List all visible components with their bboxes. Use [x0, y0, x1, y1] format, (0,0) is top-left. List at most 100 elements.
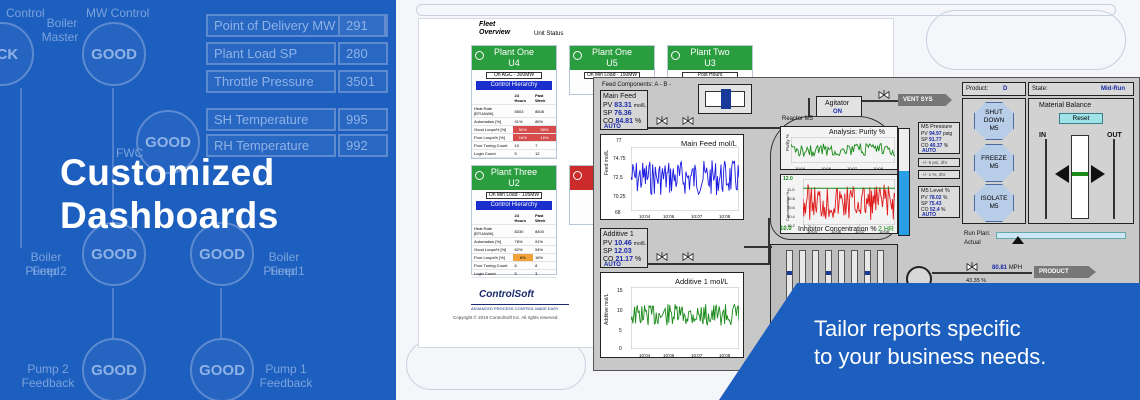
bg-circle-good: GOOD	[190, 338, 254, 400]
plant-card-u2[interactable]: Plant Three U2 On Min Load · 105MW Contr…	[471, 165, 557, 278]
main-feed-mode: AUTO	[604, 124, 621, 130]
bg-box-value: 291	[338, 14, 388, 37]
bg-label-mw-control: MW Control	[86, 6, 150, 20]
x-tick: 10:04	[795, 166, 806, 171]
plant-mode: On Min Load · 105MW	[486, 192, 542, 199]
pipe	[744, 246, 772, 248]
table-row: Good Loops% [%] 62% 54%	[472, 245, 556, 254]
bg-circle-ack: ACK	[0, 22, 34, 86]
vent-sys-tag: VENT SYS	[898, 94, 952, 106]
run-plan-marker-icon	[1012, 236, 1024, 244]
x-tick: 10:08	[719, 353, 731, 358]
y-tick: 72.5	[613, 175, 623, 181]
bg-label-feedback: Feedback	[259, 376, 313, 390]
separator-bar-marker	[826, 271, 831, 275]
pipe	[648, 263, 768, 265]
y-top: 77	[616, 138, 622, 144]
main-feed-trend	[631, 147, 739, 211]
plant-card-u4[interactable]: Plant One U4 On AGC · 300MW Control Hier…	[471, 45, 557, 159]
inhibitor-trend	[803, 179, 895, 225]
bg-box: Throttle Pressure	[206, 70, 336, 93]
bg-label-control: Control	[6, 6, 45, 20]
bg-line	[112, 288, 114, 338]
agitator-label: Agitator	[825, 100, 850, 107]
inhibitor-current: 10.0	[780, 226, 792, 232]
headline: Customized Dashboards	[60, 151, 279, 237]
valve-icon[interactable]	[682, 116, 694, 126]
additive-chart-title: Additive 1 mol/L	[675, 277, 729, 286]
x-tick: 10:07	[691, 214, 703, 219]
product-flow: 80.81 MPH	[992, 265, 1023, 271]
table-row: Heat Rate [BTU/kWh] 8230 8400	[472, 224, 556, 238]
pipe	[862, 100, 904, 102]
product-label: Product:	[966, 86, 989, 92]
bg-box-value: 3501	[338, 70, 388, 93]
bg-label-pump1: Pump 1	[263, 264, 305, 278]
separator-bar-marker	[787, 271, 792, 275]
y-tick: 74.75	[613, 156, 626, 162]
m5-pressure-faceplate[interactable]: M5 Pressure PV 94.97 psig SP 91.77 CO 40…	[918, 122, 960, 154]
out-pointer-icon	[1091, 165, 1105, 183]
m5-level-mode: AUTO	[922, 212, 937, 218]
tagline: Tailor reports specific to your business…	[814, 315, 1046, 371]
bg-circle-good: GOOD	[82, 22, 146, 86]
product-value: D	[1003, 86, 1008, 92]
check-icon	[475, 51, 484, 60]
reset-button[interactable]: Reset	[1059, 113, 1103, 124]
bg-box: SH Temperature	[206, 108, 336, 131]
x-icon	[573, 171, 582, 180]
control-hierarchy-button[interactable]: Control Hierarchy	[476, 201, 552, 210]
x-tick: 10:04	[639, 214, 651, 219]
left-banner: Control Boiler Master MW Control ACK GOO…	[0, 0, 396, 400]
x-tick: 10:06	[821, 166, 832, 171]
valve-icon[interactable]	[878, 90, 890, 100]
valve-icon[interactable]	[656, 252, 668, 262]
plant-header[interactable]: Plant Three U2	[472, 166, 556, 190]
bg-line	[220, 288, 222, 338]
y-tick: 10	[617, 308, 623, 314]
bg-label-boiler: Boiler	[46, 16, 78, 30]
state-label: State:	[1032, 86, 1048, 92]
y-label: Additive mol/L	[604, 293, 610, 325]
m5-level-faceplate[interactable]: M5 Level % PV 78.02 % SP 75.43 CO 52.4 %…	[918, 186, 960, 218]
y-tick: 68	[615, 210, 621, 216]
y-tick: 5	[619, 328, 622, 334]
trend-line	[791, 142, 895, 157]
reactor-label: Reactor M5	[782, 116, 814, 122]
headline-line1: Customized	[60, 152, 275, 193]
table-row: Login Count 5 12	[472, 149, 556, 158]
x-tick: 10:04	[639, 353, 651, 358]
headline-line2: Dashboards	[60, 195, 279, 236]
y-tick: 70.25	[613, 194, 626, 200]
valve-icon[interactable]	[656, 116, 668, 126]
table-row: Poor Loops% [%] 8% 16%	[472, 253, 556, 262]
purity-trend	[791, 137, 895, 163]
controlsoft-logo: ControlSoft	[479, 289, 534, 300]
fleet-title: Fleet Overview	[479, 21, 511, 36]
bg-box-value: 280	[338, 42, 388, 65]
table-row: 24 Hours Past Week	[472, 92, 556, 105]
in-pointer-icon	[1055, 165, 1069, 183]
x-tick: 10:08	[719, 214, 731, 219]
valve-icon[interactable]	[966, 262, 978, 272]
table-row: Poor Tuning Count 6 8	[472, 261, 556, 270]
additive-title: Additive 1	[603, 231, 634, 238]
plant-header[interactable]: Plant Two U3	[668, 46, 752, 70]
agitator-box[interactable]: Agitator ON	[816, 96, 862, 118]
plant-header[interactable]: Plant One U5	[570, 46, 654, 70]
control-hierarchy-button[interactable]: Control Hierarchy	[476, 81, 552, 90]
material-balance-panel: Material Balance Reset IN OUT	[1028, 98, 1134, 224]
trend-line	[803, 184, 895, 220]
feed-mixer	[698, 84, 752, 114]
additive-faceplate[interactable]: Additive 1 PV 10.46 mol/L SP 12.03 CO 21…	[600, 228, 648, 268]
valve-icon[interactable]	[682, 252, 694, 262]
check-icon	[671, 51, 680, 60]
main-feed-faceplate[interactable]: Main Feed PV 83.31 mol/L SP 76.36 CO 84.…	[600, 90, 648, 130]
check-icon	[475, 171, 484, 180]
x-tick: 10:07	[847, 166, 858, 171]
bg-box-value: 992	[338, 134, 388, 157]
additive-mode: AUTO	[604, 262, 621, 268]
table-row: Login Count 5 3	[472, 269, 556, 278]
plant-header[interactable]: Plant One U4	[472, 46, 556, 70]
y-label: Feed mol/L	[604, 149, 610, 175]
